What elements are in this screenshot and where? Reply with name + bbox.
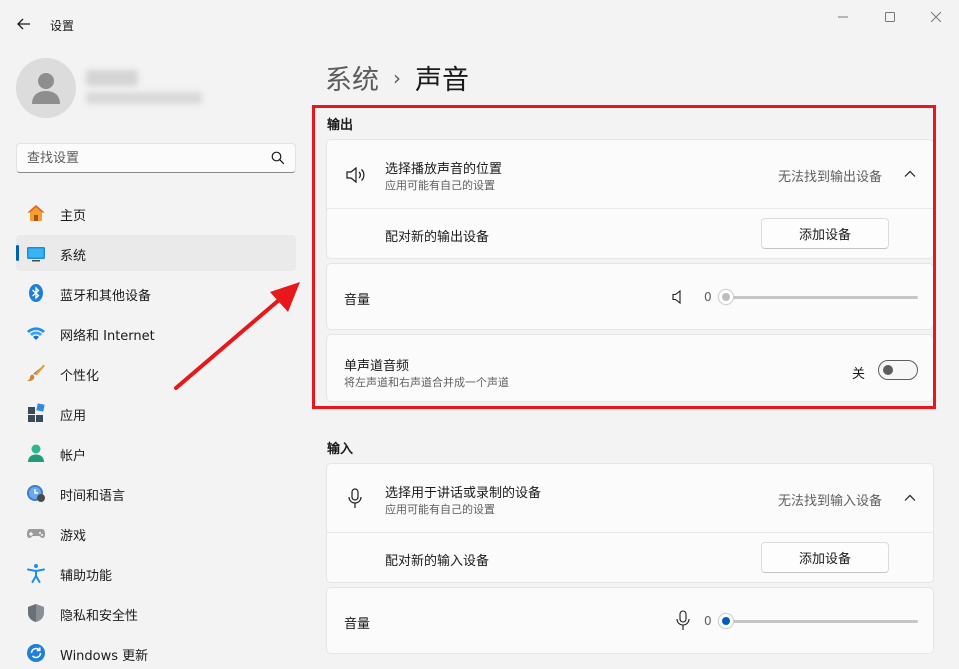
input-device-selector[interactable]: 选择用于讲话或录制的设备 应用可能有自己的设置 无法找到输入设备 [327, 464, 933, 532]
close-button[interactable] [913, 0, 959, 34]
sidebar-item-time-language[interactable]: 时间和语言 [16, 475, 296, 511]
app-title: 设置 [50, 19, 75, 33]
minimize-button[interactable] [820, 0, 866, 34]
user-icon [32, 73, 60, 104]
microphone-icon[interactable] [676, 610, 690, 632]
sidebar-item-network[interactable]: 网络和 Internet [16, 315, 296, 351]
sidebar-item-gaming[interactable]: 游戏 [16, 515, 296, 551]
sidebar-item-windows-update[interactable]: Windows 更新 [16, 635, 296, 669]
home-icon [26, 203, 46, 223]
mono-audio-card: 单声道音频 将左声道和右声道合并成一个声道 关 [326, 334, 934, 402]
sidebar-item-accessibility[interactable]: 辅助功能 [16, 555, 296, 591]
output-volume-value: 0 [704, 290, 712, 304]
output-device-status: 无法找到输出设备 [778, 170, 883, 185]
page-title: 声音 [415, 65, 469, 96]
input-device-title: 选择用于讲话或录制的设备 [385, 486, 542, 501]
mono-audio-title: 单声道音频 [344, 359, 410, 374]
search-icon[interactable] [271, 151, 285, 165]
output-device-card: 选择播放声音的位置 应用可能有自己的设置 无法找到输出设备 配对新的输出设备 添… [326, 139, 934, 259]
input-device-subtitle: 应用可能有自己的设置 [385, 503, 495, 516]
back-button[interactable] [12, 12, 36, 36]
mono-audio-state-label: 关 [852, 367, 866, 382]
sidebar-item-label: 帐户 [60, 449, 87, 464]
slider-track [718, 296, 918, 299]
output-volume-card: 音量 0 [326, 263, 934, 330]
toggle-knob [883, 365, 893, 375]
pair-input-title: 配对新的输入设备 [385, 554, 490, 569]
sidebar-item-label: 蓝牙和其他设备 [60, 289, 152, 304]
output-device-subtitle: 应用可能有自己的设置 [385, 179, 495, 192]
sidebar-item-bluetooth[interactable]: 蓝牙和其他设备 [16, 275, 296, 311]
avatar[interactable] [16, 58, 76, 118]
back-arrow-icon [17, 18, 30, 30]
output-section-title: 输出 [327, 118, 354, 133]
divider [327, 208, 933, 209]
title-bar: 设置 [0, 0, 959, 48]
input-volume-title: 音量 [344, 617, 371, 632]
pair-output-title: 配对新的输出设备 [385, 230, 490, 245]
slider-thumb[interactable] [718, 289, 734, 305]
close-icon [931, 12, 941, 22]
sidebar-item-label: 系统 [60, 249, 87, 264]
speaker-icon [346, 166, 365, 184]
search-box[interactable] [16, 143, 296, 173]
divider [327, 532, 933, 533]
mono-audio-toggle[interactable] [878, 360, 918, 380]
sidebar-item-label: Windows 更新 [60, 649, 149, 664]
input-volume-card: 音量 0 [326, 587, 934, 654]
minimize-icon [838, 16, 848, 18]
input-section-title: 输入 [327, 442, 354, 457]
shield-icon [26, 603, 46, 623]
sidebar-nav: 主页 系统 蓝牙和其他设备 网络和 Internet 个性化 应用 帐户 时间和… [16, 195, 296, 669]
sidebar-item-label: 时间和语言 [60, 489, 126, 504]
input-volume-slider[interactable] [718, 611, 918, 631]
accessibility-icon [26, 563, 46, 583]
sidebar-item-home[interactable]: 主页 [16, 195, 296, 231]
breadcrumb-parent[interactable]: 系统 [325, 58, 379, 97]
mono-audio-subtitle: 将左声道和右声道合并成一个声道 [344, 376, 509, 389]
input-volume-value: 0 [704, 614, 712, 628]
volume-muted-speaker-icon[interactable] [671, 290, 685, 304]
wifi-icon [26, 323, 46, 343]
output-device-selector[interactable]: 选择播放声音的位置 应用可能有自己的设置 无法找到输出设备 [327, 140, 933, 208]
input-device-card: 选择用于讲话或录制的设备 应用可能有自己的设置 无法找到输入设备 配对新的输入设… [326, 463, 934, 583]
sidebar-item-label: 个性化 [60, 369, 100, 384]
add-output-device-button[interactable]: 添加设备 [761, 218, 889, 249]
sidebar-item-system[interactable]: 系统 [16, 235, 296, 271]
add-input-device-button[interactable]: 添加设备 [761, 542, 889, 573]
brush-icon [26, 363, 46, 383]
maximize-icon [885, 12, 895, 22]
slider-track [718, 620, 918, 623]
gamepad-icon [26, 523, 46, 543]
sidebar-item-apps[interactable]: 应用 [16, 395, 296, 431]
breadcrumb-separator: › [393, 65, 401, 90]
bluetooth-icon [26, 283, 46, 303]
output-volume-title: 音量 [344, 293, 371, 308]
apps-icon [26, 403, 46, 423]
search-input[interactable] [27, 144, 267, 172]
slider-thumb[interactable] [718, 613, 734, 629]
sidebar-item-label: 辅助功能 [60, 569, 113, 584]
chevron-up-icon[interactable] [903, 491, 917, 505]
sidebar-item-label: 隐私和安全性 [60, 609, 139, 624]
breadcrumb: 系统 › 声音 [325, 58, 469, 97]
sidebar-item-label: 网络和 Internet [60, 329, 155, 344]
system-monitor-icon [26, 243, 46, 263]
sidebar-item-privacy[interactable]: 隐私和安全性 [16, 595, 296, 631]
account-icon [26, 443, 46, 463]
input-device-status: 无法找到输入设备 [778, 494, 883, 509]
sidebar-item-accounts[interactable]: 帐户 [16, 435, 296, 471]
sidebar-item-label: 游戏 [60, 529, 87, 544]
maximize-button[interactable] [867, 0, 913, 34]
chevron-up-icon[interactable] [903, 167, 917, 181]
time-language-icon [26, 483, 46, 503]
sidebar-item-label: 应用 [60, 409, 87, 424]
output-volume-slider[interactable] [718, 287, 918, 307]
user-info-blurred [86, 66, 206, 112]
sidebar-item-label: 主页 [60, 209, 87, 224]
sidebar-item-personalization[interactable]: 个性化 [16, 355, 296, 391]
microphone-icon [348, 488, 362, 508]
update-icon [26, 643, 46, 663]
output-device-title: 选择播放声音的位置 [385, 162, 503, 177]
